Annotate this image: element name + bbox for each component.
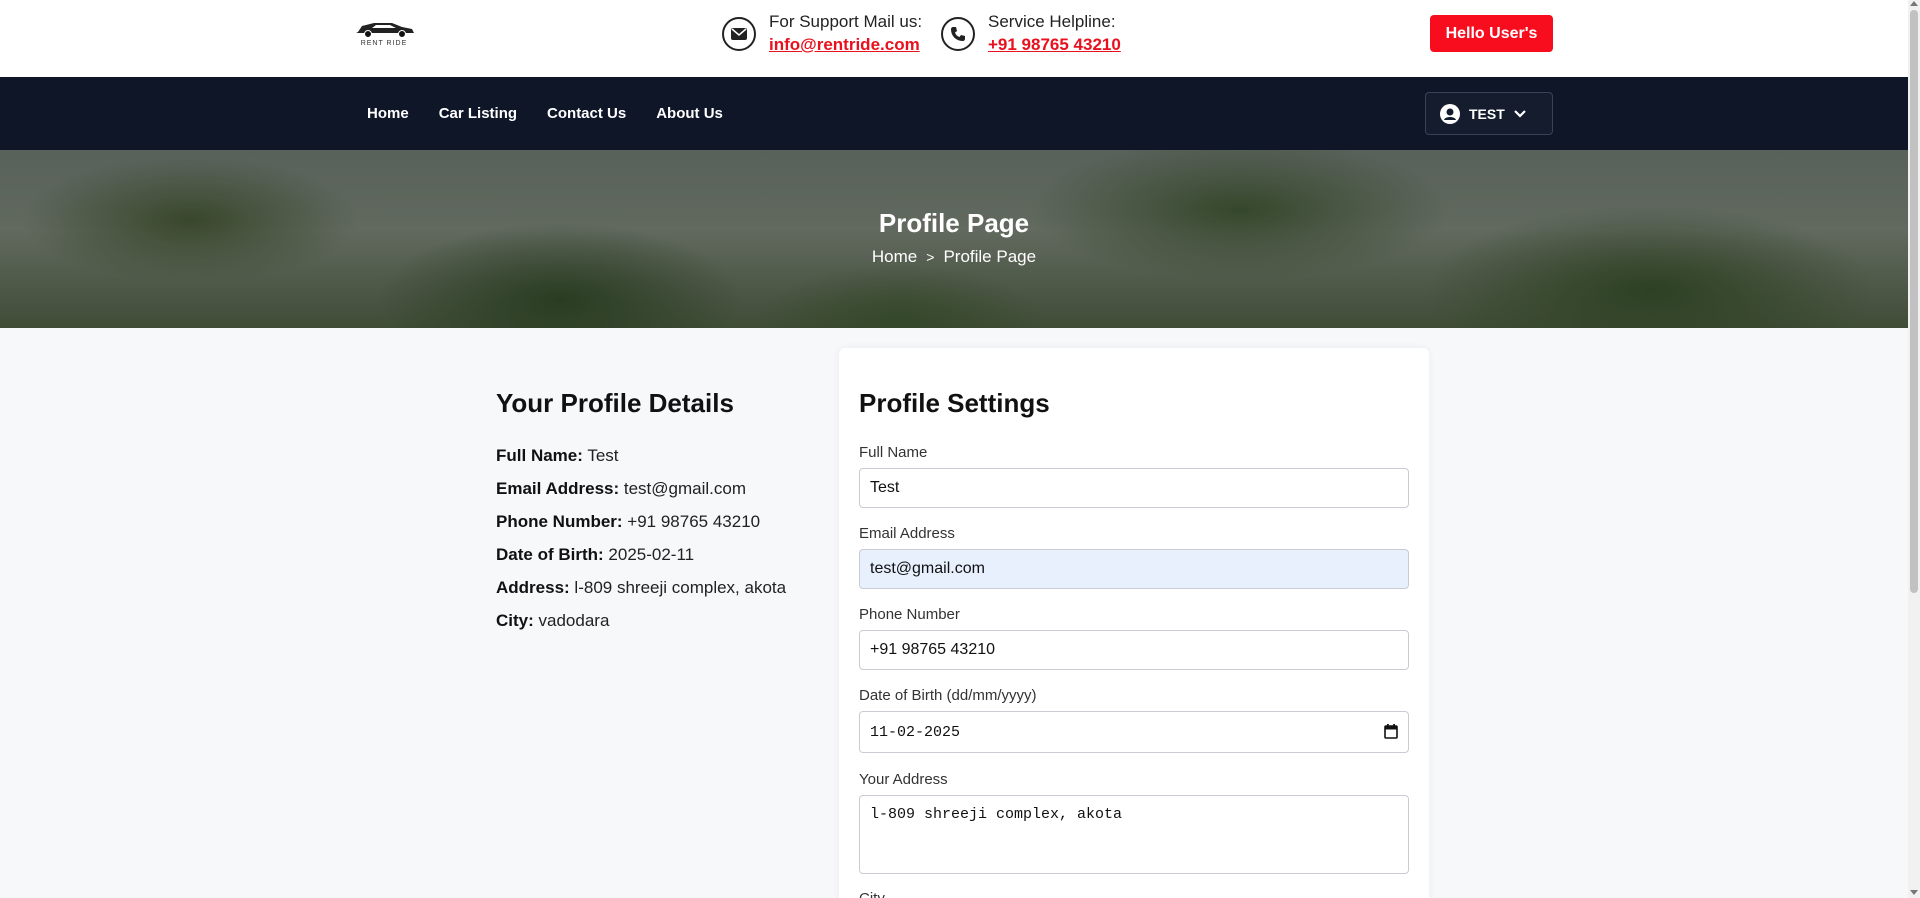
email-input[interactable]: test@gmail.com — [859, 549, 1409, 589]
profile-details: Your Profile Details Full Name: Test Ema… — [496, 388, 816, 637]
helpline-label: Service Helpline: — [988, 12, 1116, 31]
full-name-input[interactable]: Test — [859, 468, 1409, 508]
dob-value: 11-02-2025 — [870, 723, 961, 741]
nav-contact-us[interactable]: Contact Us — [547, 105, 626, 122]
detail-city: City: vadodara — [496, 604, 816, 637]
support-email-link[interactable]: info@rentride.com — [769, 32, 922, 58]
user-name: TEST — [1469, 105, 1505, 122]
support-mail-block: For Support Mail us: info@rentride.com — [722, 12, 922, 58]
detail-label: Address: — [496, 578, 570, 597]
address-label: Your Address — [859, 771, 948, 788]
detail-phone: Phone Number: +91 98765 43210 — [496, 505, 816, 538]
page-title: Profile Page — [878, 208, 1030, 238]
nav-home[interactable]: Home — [367, 105, 409, 122]
address-textarea[interactable]: l-809 shreeji complex, akota — [859, 795, 1409, 874]
dob-input[interactable]: 11-02-2025 — [859, 711, 1409, 753]
profile-settings-heading: Profile Settings — [859, 388, 1050, 418]
detail-address: Address: l-809 shreeji complex, akota — [496, 571, 816, 604]
detail-value: test@gmail.com — [623, 479, 746, 498]
phone-icon — [941, 17, 975, 51]
detail-label: Email Address: — [496, 479, 620, 498]
breadcrumb-separator: > — [926, 249, 935, 265]
detail-label: City: — [496, 611, 534, 630]
nav-car-listing[interactable]: Car Listing — [439, 105, 517, 122]
rent-ride-logo[interactable]: RENT RIDE — [352, 16, 416, 50]
detail-label: Date of Birth: — [496, 545, 604, 564]
breadcrumb: Home > Profile Page — [0, 247, 1908, 267]
detail-value: +91 98765 43210 — [627, 512, 761, 531]
detail-value: vadodara — [538, 611, 610, 630]
detail-full-name: Full Name: Test — [496, 439, 816, 472]
scroll-down-icon[interactable] — [1910, 890, 1918, 895]
full-name-label: Full Name — [859, 444, 928, 461]
logo-text: RENT RIDE — [360, 40, 408, 47]
user-circle-icon — [1440, 103, 1460, 124]
scroll-thumb[interactable] — [1910, 10, 1918, 593]
nav-links: Home Car Listing Contact Us About Us — [367, 77, 753, 150]
breadcrumb-current: Profile Page — [943, 247, 1037, 266]
nav-about-us[interactable]: About Us — [656, 105, 723, 122]
chevron-down-icon — [1514, 109, 1526, 118]
city-label: City — [859, 890, 885, 898]
detail-value: Test — [587, 446, 619, 465]
detail-email: Email Address: test@gmail.com — [496, 472, 816, 505]
helpline-phone-link[interactable]: +91 98765 43210 — [988, 32, 1121, 58]
phone-label: Phone Number — [859, 606, 960, 623]
car-logo-icon — [356, 23, 414, 38]
detail-label: Full Name: — [496, 446, 583, 465]
main-navbar: Home Car Listing Contact Us About Us TES… — [0, 77, 1908, 150]
calendar-icon[interactable] — [1384, 723, 1398, 739]
detail-value: 2025-02-11 — [608, 545, 695, 564]
dob-label: Date of Birth (dd/mm/yyyy) — [859, 687, 1037, 704]
page-scrollbar[interactable] — [1908, 0, 1920, 898]
top-bar: RENT RIDE For Support Mail us: info@rent… — [0, 0, 1908, 77]
hello-user-button[interactable]: Hello User's — [1430, 15, 1553, 52]
scroll-up-icon[interactable] — [1910, 1, 1918, 6]
profile-settings-card: Profile Settings Full Name Test Email Ad… — [839, 348, 1429, 898]
hero-overlay — [0, 150, 1908, 328]
hero-banner: Profile Page Home > Profile Page — [0, 150, 1908, 328]
detail-value: l-809 shreeji complex, akota — [574, 578, 787, 597]
support-label: For Support Mail us: — [769, 12, 923, 31]
email-label: Email Address — [859, 525, 955, 542]
envelope-icon — [722, 17, 756, 51]
breadcrumb-home[interactable]: Home — [872, 247, 917, 266]
phone-input[interactable]: +91 98765 43210 — [859, 630, 1409, 670]
detail-label: Phone Number: — [496, 512, 623, 531]
detail-dob: Date of Birth: 2025-02-11 — [496, 538, 816, 571]
user-dropdown[interactable]: TEST — [1425, 92, 1553, 135]
profile-details-heading: Your Profile Details — [496, 388, 734, 418]
helpline-block: Service Helpline: +91 98765 43210 — [941, 12, 1121, 58]
